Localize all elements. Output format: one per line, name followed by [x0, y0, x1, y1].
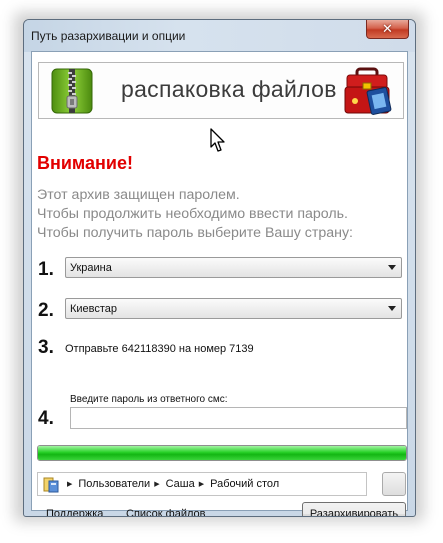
crumb-arrow-icon: ▶ [67, 481, 73, 488]
close-button[interactable]: ✕ [366, 20, 409, 39]
chevron-down-icon [388, 265, 396, 270]
dialog-window: Путь разархивации и опции ✕ распаковка ф… [23, 19, 416, 517]
banner: распаковка файлов [38, 62, 404, 119]
message-line: Чтобы продолжить необходимо ввести парол… [37, 206, 348, 222]
file-list-link[interactable]: Список файлов [126, 508, 205, 516]
step-3-number: 3. [38, 337, 54, 358]
message-line: Этот архив защищен паролем. [37, 187, 240, 203]
crumb-arrow-icon: ▶ [154, 481, 160, 488]
crumb-arrow-icon: ▶ [198, 481, 205, 488]
password-label: Введите пароль из ответного смс: [70, 394, 228, 405]
operator-select[interactable]: Киевстар [65, 298, 402, 319]
mouse-cursor-icon [210, 128, 225, 152]
window-title: Путь разархивации и опции [31, 29, 186, 43]
operator-select-value: Киевстар [70, 303, 118, 315]
folder-icon [43, 477, 59, 493]
progress-fill [38, 446, 406, 460]
password-input[interactable] [70, 407, 407, 429]
step-1-number: 1. [38, 259, 54, 280]
step-2-number: 2. [38, 300, 54, 321]
zipper-archive-icon [51, 68, 93, 114]
breadcrumb-item[interactable]: Саша [166, 478, 195, 490]
title-bar[interactable]: Путь разархивации и опции ✕ [24, 20, 415, 52]
breadcrumb-item[interactable]: Рабочий стол [210, 478, 279, 490]
path-breadcrumb[interactable]: ▶ Пользователи ▶ Саша ▶ Рабочий стол [37, 472, 367, 496]
close-icon: ✕ [382, 21, 393, 36]
progress-bar [37, 445, 407, 461]
sms-instruction: Отправьте 642118390 на номер 7139 [65, 343, 254, 355]
country-select-value: Украина [70, 262, 112, 274]
message-line: Чтобы получить пароль выберите Вашу стра… [37, 225, 353, 241]
country-select[interactable]: Украина [65, 257, 402, 278]
breadcrumb-item[interactable]: Пользователи [78, 478, 150, 490]
browse-button[interactable] [382, 472, 406, 496]
support-link[interactable]: Поддержка [46, 508, 103, 516]
dialog-content: распаковка файлов Внимание! Этот архив з… [31, 51, 408, 516]
warning-message: Этот архив защищен паролем. Чтобы продол… [37, 186, 353, 243]
warning-title: Внимание! [37, 153, 133, 173]
chevron-down-icon [388, 306, 396, 311]
step-4-number: 4. [38, 408, 54, 429]
banner-title: распаковка файлов [121, 76, 337, 102]
toolbox-icon [344, 67, 392, 115]
extract-button[interactable]: Разархивировать [302, 502, 406, 516]
